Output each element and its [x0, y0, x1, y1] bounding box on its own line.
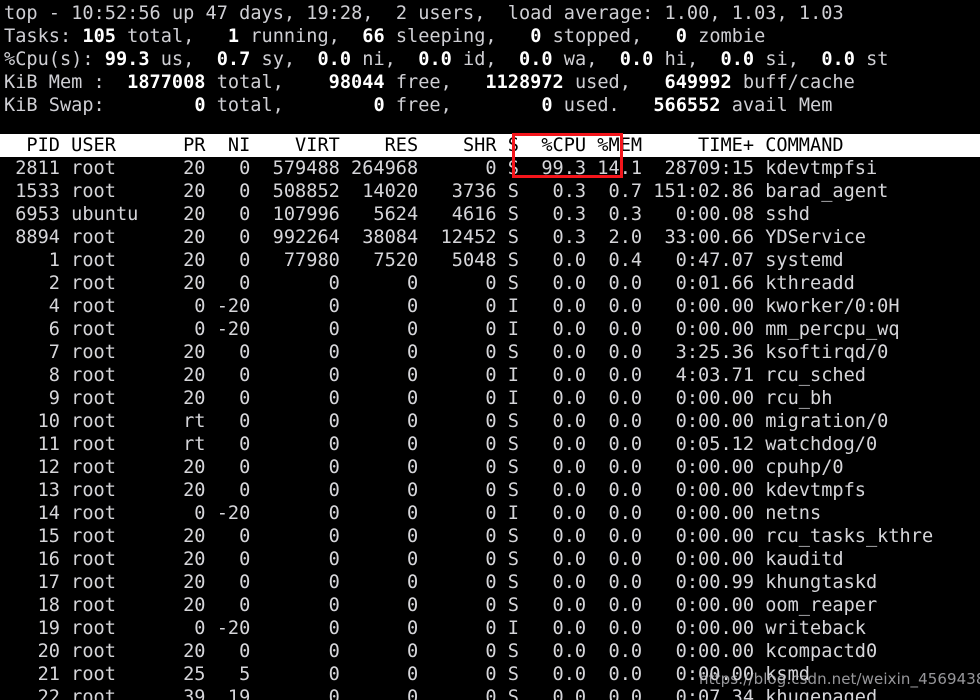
swap-total-value: 0 — [194, 95, 206, 116]
process-row[interactable]: 6 root 0 -20 0 0 0 I 0.0 0.0 0:00.00 mm_… — [4, 318, 980, 341]
load-avg-1min: 1.00 — [664, 3, 710, 24]
tasks-zombie-value: 0 — [675, 26, 687, 47]
process-row[interactable]: 2 root 20 0 0 0 0 S 0.0 0.0 0:01.66 kthr… — [4, 272, 980, 295]
watermark-text: https://blog.csdn.net/weixin_45694388 — [699, 670, 980, 688]
process-row[interactable]: 12 root 20 0 0 0 0 S 0.0 0.0 0:00.00 cpu… — [4, 456, 980, 479]
process-row[interactable]: 13 root 20 0 0 0 0 S 0.0 0.0 0:00.00 kde… — [4, 479, 980, 502]
swap-label: KiB Swap: — [4, 95, 105, 116]
cpu-hi-value: 0.0 — [619, 49, 654, 70]
process-table-header[interactable]: PID USER PR NI VIRT RES SHR S %CPU %MEM … — [0, 134, 980, 157]
top-summary-block: top - 10:52:56 up 47 days, 19:28, 2 user… — [4, 2, 980, 117]
process-row[interactable]: 15 root 20 0 0 0 0 S 0.0 0.0 0:00.00 rcu… — [4, 525, 980, 548]
cpu-id-value: 0.0 — [418, 49, 452, 70]
swap-free-value: 0 — [373, 95, 385, 116]
memory-line: KiB Mem : 1877008 total, 98044 free, 112… — [4, 72, 855, 93]
process-table-header-text: PID USER PR NI VIRT RES SHR S %CPU %MEM … — [0, 134, 980, 157]
process-row[interactable]: 14 root 0 -20 0 0 0 I 0.0 0.0 0:00.00 ne… — [4, 502, 980, 525]
process-table-body[interactable]: 2811 root 20 0 579488 264968 0 S 99.3 14… — [4, 157, 980, 700]
swap-line: KiB Swap: 0 total, 0 free, 0 used. 56655… — [4, 95, 833, 116]
memory-label: KiB Mem : — [4, 72, 105, 93]
terminal-window[interactable]: top - 10:52:56 up 47 days, 19:28, 2 user… — [0, 0, 980, 700]
swap-used-value: 0 — [541, 95, 553, 116]
tasks-sleeping-value: 66 — [362, 26, 385, 47]
process-row[interactable]: 22 root 39 19 0 0 0 S 0.0 0.0 0:07.34 kh… — [4, 686, 980, 700]
uptime-text: up 47 days, 19:28, — [171, 3, 374, 24]
cpu-us-value: 99.3 — [104, 49, 150, 70]
cpu-ni-value: 0.0 — [317, 49, 352, 70]
process-row[interactable]: 1 root 20 0 77980 7520 5048 S 0.0 0.4 0:… — [4, 249, 980, 272]
process-row[interactable]: 16 root 20 0 0 0 0 S 0.0 0.0 0:00.00 kau… — [4, 548, 980, 571]
load-avg-5min: 1.03 — [731, 3, 777, 24]
process-row[interactable]: 20 root 20 0 0 0 0 S 0.0 0.0 0:00.00 kco… — [4, 640, 980, 663]
memory-buffcache-value: 649992 — [664, 72, 732, 93]
uptime-label: top - — [4, 3, 60, 24]
load-average-label: load average: — [507, 3, 654, 24]
cpu-st-value: 0.0 — [821, 49, 855, 70]
users-count: 2 users, — [395, 3, 486, 24]
process-row[interactable]: 10 root rt 0 0 0 0 S 0.0 0.0 0:00.00 mig… — [4, 410, 980, 433]
process-row[interactable]: 19 root 0 -20 0 0 0 I 0.0 0.0 0:00.00 wr… — [4, 617, 980, 640]
cpu-line: %Cpu(s): 99.3 us, 0.7 sy, 0.0 ni, 0.0 id… — [4, 49, 889, 70]
tasks-total-value: 105 — [82, 26, 116, 47]
process-row[interactable]: 7 root 20 0 0 0 0 S 0.0 0.0 3:25.36 ksof… — [4, 341, 980, 364]
uptime-line: top - 10:52:56 up 47 days, 19:28, 2 user… — [4, 3, 844, 24]
cpu-wa-value: 0.0 — [519, 49, 553, 70]
avail-mem-value: 566552 — [653, 95, 721, 116]
tasks-stopped-value: 0 — [530, 26, 542, 47]
memory-total-value: 1877008 — [127, 72, 206, 93]
process-row[interactable]: 17 root 20 0 0 0 0 S 0.0 0.0 0:00.99 khu… — [4, 571, 980, 594]
process-row[interactable]: 9 root 20 0 0 0 0 I 0.0 0.0 0:00.00 rcu_… — [4, 387, 980, 410]
memory-free-value: 98044 — [328, 72, 385, 93]
load-avg-15min: 1.03 — [798, 3, 844, 24]
current-time: 10:52:56 — [71, 3, 161, 24]
tasks-line: Tasks: 105 total, 1 running, 66 sleeping… — [4, 26, 766, 47]
cpu-label: %Cpu(s): — [4, 49, 94, 70]
process-row[interactable]: 18 root 20 0 0 0 0 S 0.0 0.0 0:00.00 oom… — [4, 594, 980, 617]
process-row[interactable]: 8894 root 20 0 992264 38084 12452 S 0.3 … — [4, 226, 980, 249]
process-row[interactable]: 1533 root 20 0 508852 14020 3736 S 0.3 0… — [4, 180, 980, 203]
tasks-running-value: 1 — [227, 26, 240, 47]
process-row[interactable]: 8 root 20 0 0 0 0 I 0.0 0.0 4:03.71 rcu_… — [4, 364, 980, 387]
cpu-si-value: 0.0 — [720, 49, 755, 70]
memory-used-value: 1128972 — [485, 72, 564, 93]
process-row[interactable]: 4 root 0 -20 0 0 0 I 0.0 0.0 0:00.00 kwo… — [4, 295, 980, 318]
process-row[interactable]: 6953 ubuntu 20 0 107996 5624 4616 S 0.3 … — [4, 203, 980, 226]
tasks-label: Tasks: — [4, 26, 72, 47]
process-row[interactable]: 11 root rt 0 0 0 0 S 0.0 0.0 0:05.12 wat… — [4, 433, 980, 456]
cpu-sy-value: 0.7 — [216, 49, 251, 70]
process-row[interactable]: 2811 root 20 0 579488 264968 0 S 99.3 14… — [4, 157, 980, 180]
